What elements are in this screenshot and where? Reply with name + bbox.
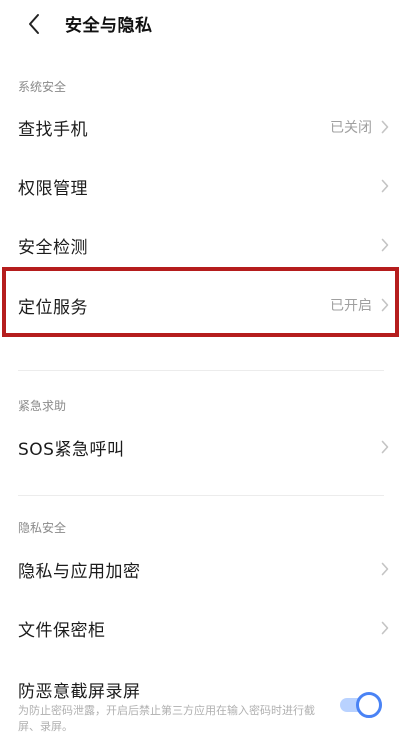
chevron-right-icon xyxy=(380,178,390,194)
section-label-emergency: 紧急求助 xyxy=(18,399,67,413)
row-sos-call[interactable]: SOS紧急呼叫 xyxy=(0,418,408,476)
chevron-right-icon xyxy=(380,439,390,455)
anti-screenshot-label: 防恶意截屏录屏 xyxy=(18,682,141,702)
row-security-check[interactable]: 安全检测 xyxy=(0,216,408,274)
row-file-safe[interactable]: 文件保密柜 xyxy=(0,599,408,657)
row-privacy-encryption[interactable]: 隐私与应用加密 xyxy=(0,540,408,598)
chevron-left-icon xyxy=(29,14,39,34)
chevron-right-icon xyxy=(380,620,390,636)
section-divider xyxy=(18,495,384,496)
chevron-right-icon xyxy=(380,561,390,577)
row-label: 权限管理 xyxy=(18,178,88,199)
section-label-privacy: 隐私安全 xyxy=(18,521,67,535)
toggle-knob xyxy=(356,692,382,718)
section-label-system-security: 系统安全 xyxy=(18,80,67,94)
anti-screenshot-description: 为防止密码泄露，开启后禁止第三方应用在输入密码时进行截屏、录屏。 xyxy=(18,704,315,733)
section-divider xyxy=(18,370,384,371)
chevron-right-icon xyxy=(380,119,390,135)
chevron-right-icon xyxy=(380,237,390,253)
anti-screenshot-toggle[interactable] xyxy=(336,690,384,720)
row-label: 文件保密柜 xyxy=(18,620,106,641)
back-button[interactable] xyxy=(20,10,48,38)
row-label: 定位服务 xyxy=(18,297,88,318)
row-permission-management[interactable]: 权限管理 xyxy=(0,157,408,215)
row-find-phone[interactable]: 查找手机 已关闭 xyxy=(0,98,408,156)
security-privacy-screen: 安全与隐私 系统安全 查找手机 已关闭 权限管理 安全检测 定位服务 已开启 紧… xyxy=(0,0,408,756)
row-label: 隐私与应用加密 xyxy=(18,561,141,582)
row-label: 安全检测 xyxy=(18,237,88,258)
chevron-right-icon xyxy=(380,297,390,313)
row-location-service[interactable]: 定位服务 已开启 xyxy=(0,276,408,334)
header: 安全与隐私 xyxy=(0,0,408,46)
row-value: 已开启 xyxy=(330,298,372,314)
row-label: 查找手机 xyxy=(18,119,88,140)
row-label: SOS紧急呼叫 xyxy=(18,439,125,460)
row-value: 已关闭 xyxy=(330,120,372,136)
page-title: 安全与隐私 xyxy=(65,16,153,36)
